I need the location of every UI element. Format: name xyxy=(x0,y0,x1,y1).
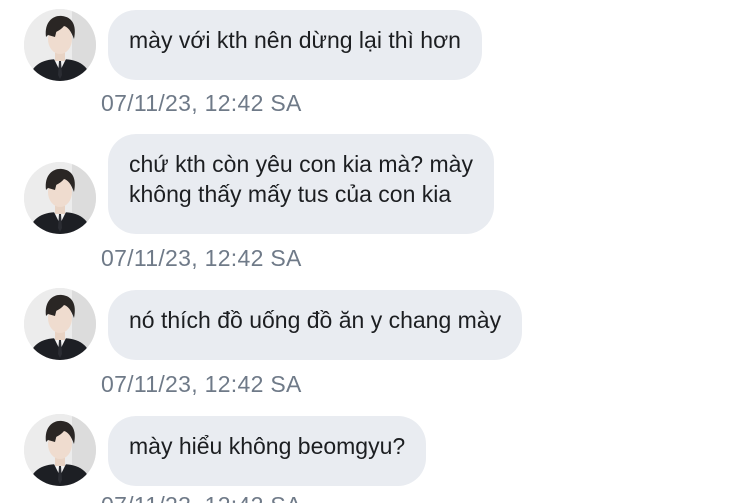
avatar[interactable] xyxy=(24,162,96,234)
message-text: mày với kth nên dừng lại thì hơn xyxy=(129,27,461,53)
message-text: mày hiểu không beomgyu? xyxy=(129,433,406,459)
message-bubble[interactable]: mày với kth nên dừng lại thì hơn xyxy=(108,10,482,80)
avatar-photo-icon xyxy=(24,9,96,81)
avatar-photo-icon xyxy=(24,414,96,486)
message-bubble[interactable]: chứ kth còn yêu con kia mà? mày không th… xyxy=(108,134,494,234)
message-timestamp: 07/11/23, 12:42 SA xyxy=(101,371,302,397)
chat-thread: mày với kth nên dừng lại thì hơn 07/11/2… xyxy=(0,0,750,503)
avatar-photo-icon xyxy=(24,288,96,360)
avatar-photo-icon xyxy=(24,162,96,234)
message-bubble[interactable]: mày hiểu không beomgyu? xyxy=(108,416,427,486)
message-text-line: chứ kth còn yêu con kia mà? mày xyxy=(129,151,473,177)
message-timestamp: 07/11/23, 12:42 SA xyxy=(101,245,302,271)
message-text: nó thích đồ uống đồ ăn y chang mày xyxy=(129,307,502,333)
message-timestamp: 07/11/23, 12:42 SA xyxy=(101,492,302,503)
message-bubble[interactable]: nó thích đồ uống đồ ăn y chang mày xyxy=(108,290,523,360)
message-text-line: không thấy mấy tus của con kia xyxy=(129,181,452,207)
avatar[interactable] xyxy=(24,414,96,486)
message-timestamp: 07/11/23, 12:42 SA xyxy=(101,90,302,116)
avatar[interactable] xyxy=(24,9,96,81)
avatar[interactable] xyxy=(24,288,96,360)
